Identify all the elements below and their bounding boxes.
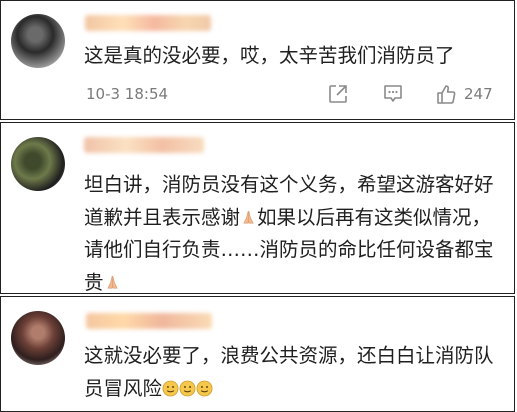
comment-text: 坦白讲，消防员没有这个义务，希望这游客好好道歉并且表示感谢 如果以后再有这类似情况…: [84, 169, 504, 299]
avatar[interactable]: [11, 311, 65, 365]
comment-text: 这是真的没必要，哎，太辛苦我们消防员了: [84, 44, 455, 67]
comment-meta: 10-3 18:54 247: [86, 82, 507, 106]
username-blurred[interactable]: [84, 137, 204, 153]
comment-text: 这就没必要了，浪费公共资源，还白白让消防队员冒风险: [84, 340, 504, 405]
folded-hands-emoji: [243, 210, 254, 223]
like-button[interactable]: 247: [435, 82, 493, 106]
comment-date: 10-3 18:54: [86, 85, 169, 103]
like-icon: [437, 85, 456, 104]
comment-button[interactable]: [382, 82, 404, 106]
share-icon: [329, 85, 347, 103]
comment-icon: [384, 85, 402, 102]
smiley-emoji: [196, 380, 213, 396]
comment-text-body: 这就没必要了，浪费公共资源，还白白让消防队员冒风险: [84, 344, 494, 400]
avatar[interactable]: [11, 14, 65, 68]
smiley-emoji: [179, 380, 196, 396]
username-blurred[interactable]: [85, 15, 211, 31]
share-button[interactable]: [327, 82, 349, 106]
username-blurred[interactable]: [86, 313, 212, 329]
like-count: 247: [464, 85, 493, 103]
smiley-emoji: [162, 380, 179, 396]
folded-hands-emoji: [106, 275, 118, 288]
avatar[interactable]: [11, 137, 65, 191]
